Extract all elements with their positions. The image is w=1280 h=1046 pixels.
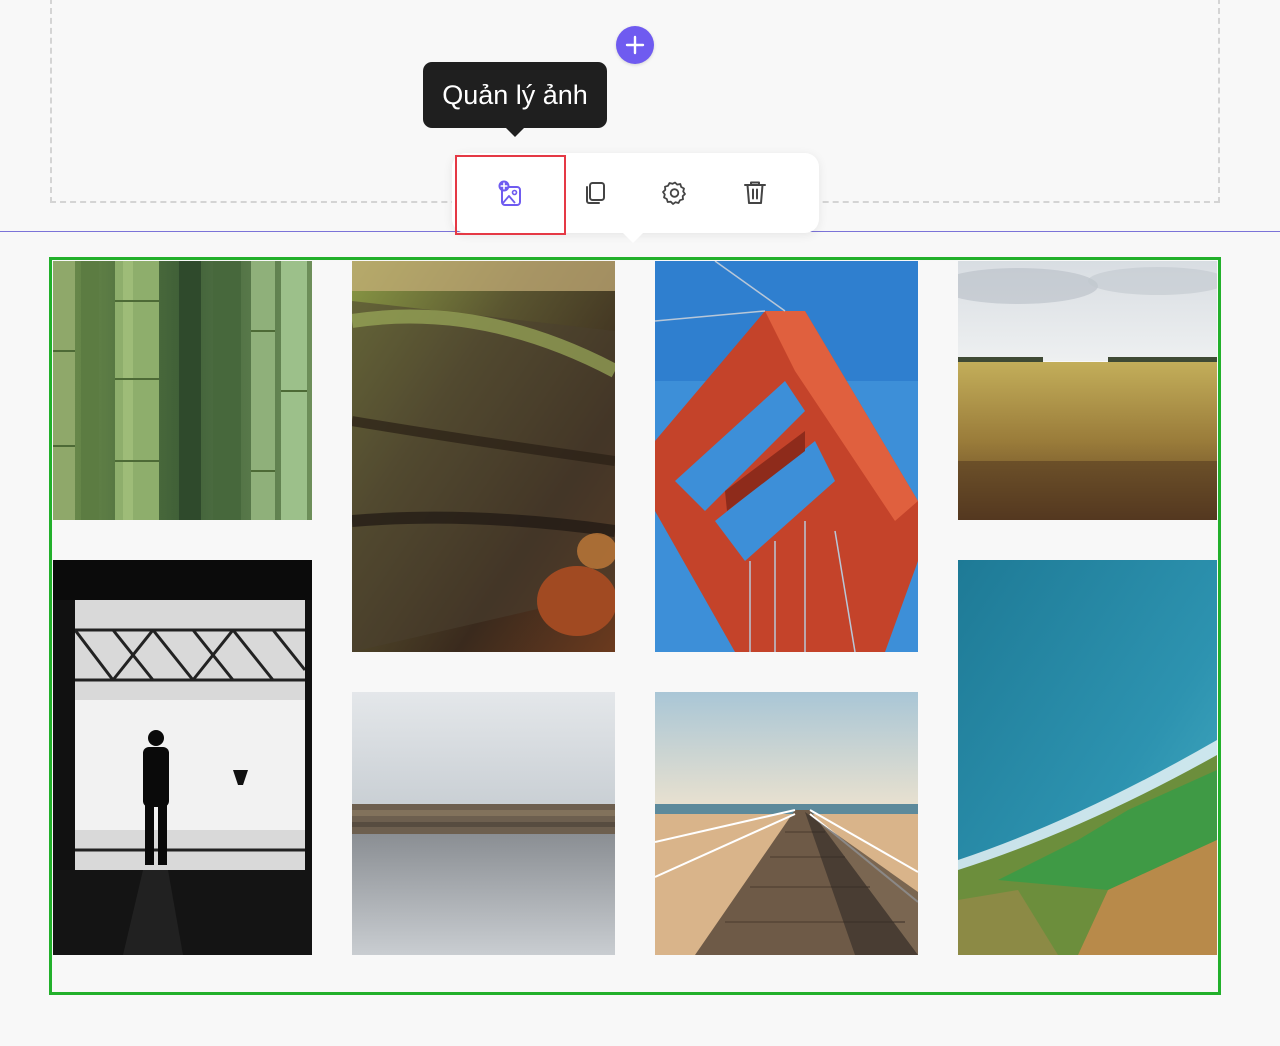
copy-icon [586, 182, 605, 204]
tooltip-text: Quản lý ảnh [442, 79, 588, 110]
add-section-button[interactable] [616, 26, 654, 64]
trash-icon [744, 181, 766, 204]
duplicate-button[interactable] [555, 153, 635, 233]
delete-button[interactable] [715, 153, 795, 233]
gallery-photo-red-bridge-tower[interactable] [655, 261, 918, 652]
gallery-photo-wheat-field[interactable] [958, 261, 1217, 520]
gear-icon [662, 181, 686, 205]
gallery-photo-rocky-breakwater[interactable] [352, 692, 615, 955]
manage-images-button[interactable] [455, 155, 566, 235]
gallery-photo-wooden-pier[interactable] [655, 692, 918, 955]
gallery-photo-silhouette-hangar[interactable] [53, 560, 312, 955]
settings-button[interactable] [635, 153, 715, 233]
gallery-photo-bamboo[interactable] [53, 261, 312, 520]
block-toolbar [452, 153, 819, 243]
tooltip: Quản lý ảnh [423, 62, 607, 137]
gallery-photo-mossy-log[interactable] [352, 261, 615, 652]
gallery-photo-aerial-coast[interactable] [958, 560, 1217, 955]
plus-icon [625, 35, 645, 55]
image-plus-icon [498, 180, 521, 206]
